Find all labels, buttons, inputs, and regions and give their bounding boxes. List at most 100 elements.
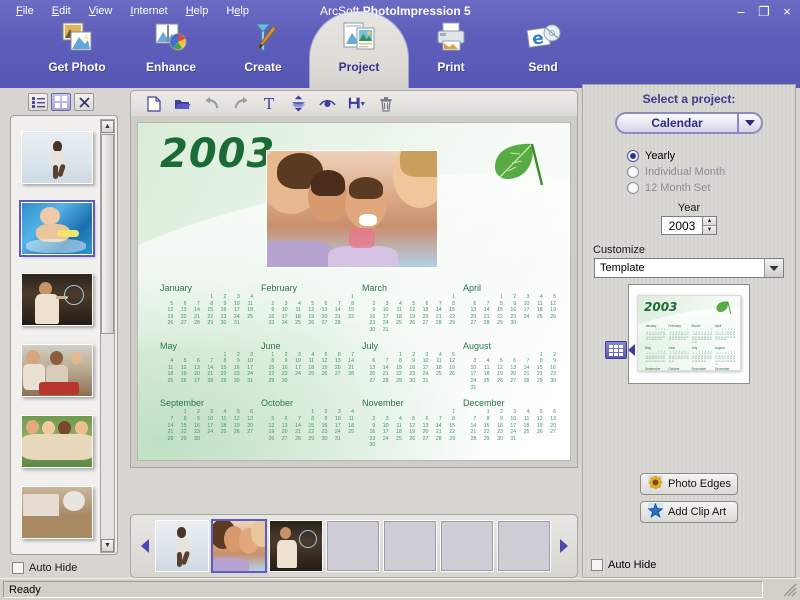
month-day-grid: 1 2 3 4 5 6 7 8 9 10 11 12 13 14 15 16 17 18 19 20 21 22 23 24 2… [268,351,354,385]
thumbnail-item-girl-bubbles[interactable] [11,264,103,335]
month-name: August [714,345,725,350]
filmstrip-slot[interactable] [211,519,267,573]
month-name: November [362,398,404,409]
family-beach-photo[interactable] [266,150,438,268]
customize-value[interactable]: Template [595,259,764,277]
radio-individual-month[interactable]: Individual Month [627,166,795,178]
photos-icon [57,16,97,58]
year-spin-up[interactable]: ▲ [703,217,716,226]
radio-indicator[interactable] [627,166,639,178]
year-input[interactable]: 2003 [661,216,702,235]
month-day-grid: 1 2 3 4 5 6 7 8 9 10 11 12 13 14 15 16 17 18 19 20 21 22 23 24 2… [645,329,666,342]
radio-yearly[interactable]: Yearly [627,150,795,162]
resize-grip[interactable] [783,583,797,597]
nav-tab-project[interactable]: Project [312,16,406,86]
filmstrip-slot[interactable] [155,520,209,572]
month-day-grid: 1 2 3 4 5 6 7 8 9 10 11 12 13 14 15 16 17 18 19 20 21 22 23 24 2… [167,409,253,442]
calendar-months-grid: January 1 2 3 4 5 6 7 8 9 10 11 12 13 14 15 16 17 18 19 20 2… [160,283,556,454]
template-preview-box[interactable]: 2003 January 1 2 3 4 5 6 7 8 9 10 11 12 13 14 15 16 17 18… [628,284,750,384]
month-block: March 1 2 3 4 5 6 7 8 9 10 11 12 13 14 15 16 17 18 19 20 21 2… [692,324,712,345]
list-view-button[interactable] [28,93,48,111]
close-panel-button[interactable] [74,93,94,111]
filmstrip-slot[interactable] [440,520,494,572]
month-name: December [714,367,730,371]
nav-tab-label: Enhance [145,60,196,74]
palette-icon [151,16,191,58]
filmstrip-slot[interactable] [326,520,380,572]
left-auto-hide-checkbox[interactable] [12,562,24,574]
trash-icon[interactable] [377,95,394,112]
project-type-combobox[interactable]: Calendar [615,112,763,134]
scroll-up-button[interactable]: ▲ [101,120,114,133]
radio-label: Individual Month [645,166,726,178]
month-day-grid: 1 2 3 4 5 6 7 8 9 10 11 12 13 14 15 16 17 18 19 20 21 22 23 24 2… [470,409,556,442]
year-spinner[interactable]: 2003 ▲ ▼ [661,216,717,235]
month-name: May [160,340,178,351]
radio-indicator[interactable] [627,150,639,162]
nav-tab-get-photo[interactable]: Get Photo [30,16,124,86]
nav-tab-send[interactable]: e Send [496,16,590,86]
nav-tab-print[interactable]: Print [404,16,498,86]
save-dropdown-icon[interactable] [348,95,365,112]
thumbnail-item-children-grass[interactable] [11,406,103,477]
title-and-navigation-banner: File Edit View Internet Help Help ArcSof… [0,0,800,88]
move-resize-icon[interactable] [290,95,307,112]
chevron-down-icon[interactable] [764,259,783,277]
template-collapse-arrow[interactable] [628,344,635,356]
work-area: T 2003 January 1 2 3 4 5 6 7 8 9 10 11 1… [130,90,578,578]
month-block: April 1 2 3 4 5 6 7 8 9 10 11 12 13 14 15 16 17 18 19 20 21 2… [463,283,556,339]
thumbnail-item-toy-box[interactable] [11,477,103,548]
photo-edges-button[interactable]: Photo Edges [640,473,738,495]
radio-12-month-set[interactable]: 12 Month Set [627,182,795,194]
month-block: July 1 2 3 4 5 6 7 8 9 10 11 12 13 14 15 16 17 18 19 20 21 22… [692,346,712,367]
leaf-icon [716,301,732,314]
leaf-icon[interactable] [490,141,546,187]
month-block: August 1 2 3 4 5 6 7 8 9 10 11 12 13 14 15 16 17 18 19 20 21… [715,346,735,367]
month-day-grid: 1 2 3 4 5 6 7 8 9 10 11 12 13 14 15 16 17 18 19 20 21 22 23 24 2… [167,294,253,327]
month-block: August 1 2 3 4 5 6 7 8 9 10 11 12 13 14 15 16 17 18 19 20 21… [463,341,556,397]
month-day-grid: 1 2 3 4 5 6 7 8 9 10 11 12 13 14 15 16 17 18 19 20 21 22 23 24 2… [167,351,253,385]
customize-combobox[interactable]: Template [594,258,784,278]
thumbnail-image [21,131,93,184]
year-spin-down[interactable]: ▼ [703,226,716,234]
project-type-value[interactable]: Calendar [615,112,737,134]
grid-view-button[interactable] [51,93,71,111]
undo-icon[interactable] [203,95,220,112]
thumbnail-scrollbar[interactable]: ▲ ▼ [100,119,115,553]
chevron-down-icon[interactable] [737,112,763,134]
text-tool-icon[interactable]: T [261,95,278,112]
filmstrip-next-button[interactable] [553,519,573,573]
left-auto-hide-row[interactable]: Auto Hide [12,562,77,574]
redo-icon[interactable] [232,95,249,112]
scrollbar-thumb[interactable] [101,134,114,334]
month-name: July [691,345,698,350]
status-text: Ready [3,581,763,598]
right-auto-hide-checkbox[interactable] [591,559,603,571]
right-auto-hide-row[interactable]: Auto Hide [591,559,656,571]
scroll-down-button[interactable]: ▼ [101,539,114,552]
filmstrip-slot[interactable] [269,520,323,572]
template-thumbnail[interactable]: 2003 January 1 2 3 4 5 6 7 8 9 10 11 12 13 14 15 16 17 18… [637,295,741,371]
month-name: February [668,324,682,328]
nav-tab-create[interactable]: Create [216,16,310,86]
filmstrip-slot[interactable] [497,520,551,572]
month-block: April 1 2 3 4 5 6 7 8 9 10 11 12 13 14 15 16 17 18 19 20 21 2… [715,324,735,345]
month-name: January [645,324,657,328]
calendar-year-text[interactable]: 2003 [160,131,275,177]
open-folder-icon[interactable] [174,95,191,112]
eye-preview-icon[interactable] [319,95,336,112]
filmstrip-slot[interactable] [383,520,437,572]
nav-tab-enhance[interactable]: Enhance [124,16,218,86]
filmstrip-prev-button[interactable] [135,519,155,573]
month-block: November 1234567891011121314151617181920… [692,367,712,370]
new-document-icon[interactable] [145,95,162,112]
radio-indicator[interactable] [627,182,639,194]
thumbnail-item-kids-wagon[interactable] [11,335,103,406]
month-name: June [261,340,281,351]
thumbnail-item-pool-baby[interactable] [11,193,103,264]
project-canvas[interactable]: 2003 January 1 2 3 4 5 6 7 8 9 10 11 12 … [137,122,571,461]
add-clip-art-button[interactable]: Add Clip Art [640,501,738,523]
thumbnail-item-beach-child[interactable] [11,122,103,193]
template-grid-button[interactable] [605,341,627,359]
thumbnail-list[interactable]: ▲ ▼ [10,115,118,555]
